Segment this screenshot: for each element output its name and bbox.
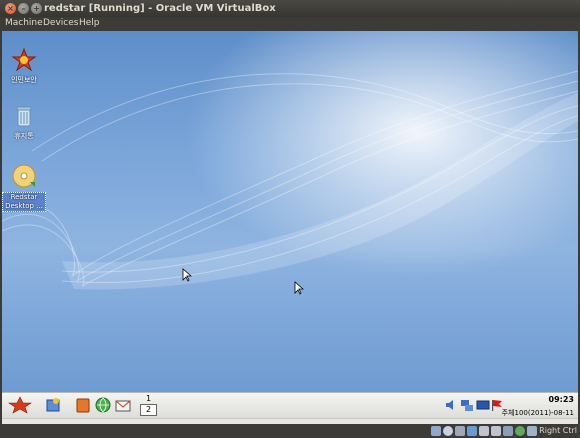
wallpaper-waves xyxy=(2,31,578,392)
desktop-icon-cd[interactable]: Redstar Desktop ... xyxy=(2,163,46,212)
usb-icon[interactable] xyxy=(455,426,465,436)
browser-globe-icon[interactable] xyxy=(94,396,112,414)
mouse-integration-icon[interactable] xyxy=(515,426,525,436)
capture-icon[interactable] xyxy=(503,426,513,436)
paint-icon[interactable] xyxy=(44,396,62,414)
menu-machine[interactable]: Machine xyxy=(5,18,43,28)
cd-drive-icon xyxy=(12,164,36,188)
keyboard-capture-icon[interactable] xyxy=(527,426,537,436)
guest-taskbar: 1 2 09:23 주체100(2011)-08-11 xyxy=(2,392,578,419)
desktop-icon-label: 인민보안 xyxy=(11,76,37,84)
minimize-window-button[interactable]: – xyxy=(18,3,29,14)
workspace-pager: 1 2 xyxy=(140,394,157,416)
window-title: redstar [Running] - Oracle VM VirtualBox xyxy=(44,3,276,14)
menu-bar: Machine Devices Help xyxy=(0,17,580,31)
network-icon[interactable] xyxy=(460,398,474,412)
trash-icon xyxy=(16,106,32,127)
email-icon[interactable] xyxy=(114,396,132,414)
mouse-cursor-icon xyxy=(294,281,304,295)
maximize-window-button[interactable]: + xyxy=(31,3,42,14)
menu-devices[interactable]: Devices xyxy=(43,18,78,28)
desktop-icon-trash[interactable]: 휴지통 xyxy=(2,103,46,141)
window-titlebar[interactable]: × – + redstar [Running] - Oracle VM Virt… xyxy=(0,0,580,17)
display-icon[interactable] xyxy=(491,426,501,436)
menu-help[interactable]: Help xyxy=(79,18,100,28)
close-window-button[interactable]: × xyxy=(5,3,16,14)
keyboard-icon[interactable] xyxy=(476,398,490,412)
volume-icon[interactable] xyxy=(444,398,458,412)
clock[interactable]: 09:23 xyxy=(549,395,574,404)
office-icon[interactable] xyxy=(74,396,92,414)
network-status-icon[interactable] xyxy=(467,426,477,436)
date: 주체100(2011)-08-11 xyxy=(501,409,574,417)
virtualbox-statusbar: Right Ctrl xyxy=(0,424,580,438)
hard-disk-icon[interactable] xyxy=(431,426,441,436)
guest-desktop[interactable]: 인민보안 휴지통 Redstar Desktop ... xyxy=(2,31,578,392)
desktop-icon-label: 휴지통 xyxy=(14,132,34,140)
redstar-home-icon xyxy=(11,47,37,72)
mouse-cursor-icon xyxy=(182,268,192,282)
workspace-2[interactable]: 2 xyxy=(140,404,157,416)
desktop-icon-label: Redstar Desktop ... xyxy=(2,192,46,212)
desktop-icon-home[interactable]: 인민보안 xyxy=(2,47,46,85)
cd-icon[interactable] xyxy=(443,426,453,436)
redstar-menu-icon[interactable] xyxy=(4,396,36,414)
workspace-1[interactable]: 1 xyxy=(140,394,157,404)
shared-folder-icon[interactable] xyxy=(479,426,489,436)
host-key-label: Right Ctrl xyxy=(539,426,577,435)
